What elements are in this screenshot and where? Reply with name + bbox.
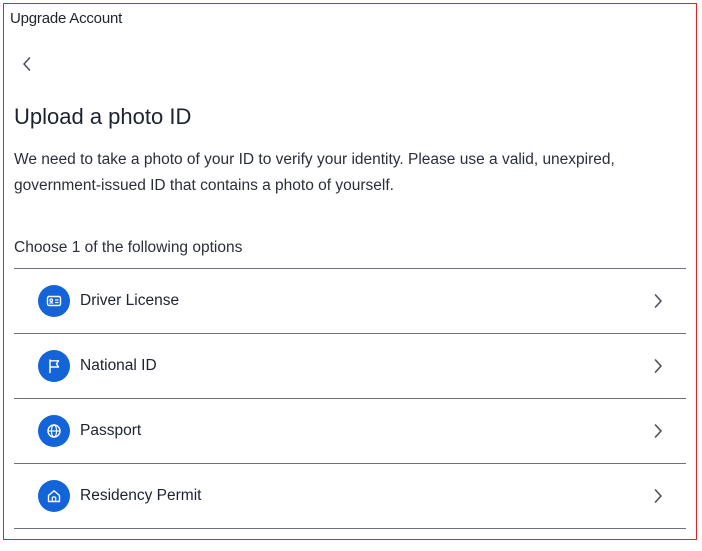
options-heading: Choose 1 of the following options [14, 239, 243, 256]
globe-icon [38, 415, 70, 447]
option-driver-license[interactable]: Driver License [14, 269, 686, 334]
upgrade-account-window: Upgrade Account Upload a photo ID We nee… [3, 3, 697, 540]
option-residency-permit[interactable]: Residency Permit [14, 464, 686, 529]
option-label: Residency Permit [80, 487, 202, 504]
option-passport[interactable]: Passport [14, 399, 686, 464]
chevron-right-icon [650, 423, 666, 439]
option-national-id[interactable]: National ID [14, 334, 686, 399]
page-description: We need to take a photo of your ID to ve… [14, 151, 615, 194]
home-icon [38, 480, 70, 512]
option-label: National ID [80, 357, 157, 374]
id-options-list: Driver License National ID Passport Resi… [14, 268, 686, 529]
option-label: Passport [80, 422, 142, 439]
chevron-right-icon [650, 293, 666, 309]
back-button[interactable] [16, 53, 38, 75]
chevron-right-icon [650, 488, 666, 504]
flag-icon [38, 350, 70, 382]
chevron-left-icon [23, 57, 31, 71]
option-label: Driver License [80, 292, 180, 309]
page-title: Upload a photo ID [14, 104, 192, 129]
window-title: Upgrade Account [10, 10, 123, 27]
chevron-right-icon [650, 358, 666, 374]
id-card-icon [38, 285, 70, 317]
